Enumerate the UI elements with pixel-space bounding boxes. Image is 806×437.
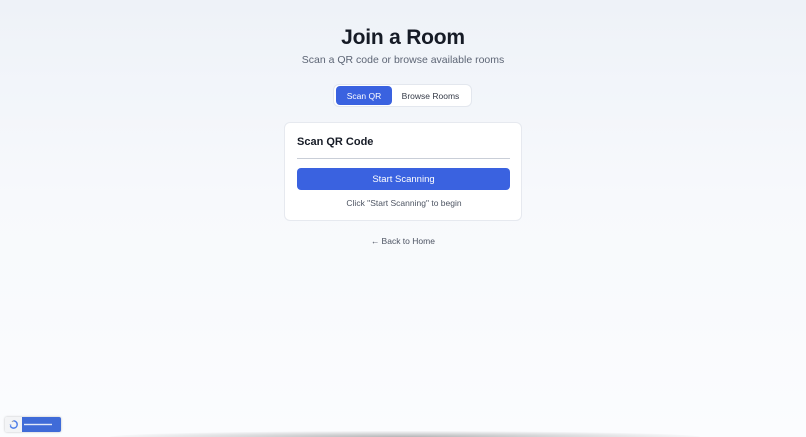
page: Join a Room Scan a QR code or browse ava… xyxy=(0,0,806,437)
tab-switcher: Scan QR Browse Rooms xyxy=(333,84,472,107)
bottom-shadow xyxy=(110,431,700,437)
arrow-left-icon: ← xyxy=(371,236,380,246)
recaptcha-icon xyxy=(5,417,22,432)
tab-browse-rooms[interactable]: Browse Rooms xyxy=(392,86,469,105)
back-link-label: Back to Home xyxy=(381,236,435,246)
back-to-home-link[interactable]: ← Back to Home xyxy=(0,236,806,246)
tab-scan-qr[interactable]: Scan QR xyxy=(336,86,392,105)
card-divider xyxy=(297,158,510,159)
scan-qr-card: Scan QR Code Start Scanning Click "Start… xyxy=(284,122,522,221)
recaptcha-badge[interactable] xyxy=(5,417,61,432)
start-scanning-button[interactable]: Start Scanning xyxy=(297,168,510,190)
page-title: Join a Room xyxy=(341,26,465,49)
scan-hint-text: Click "Start Scanning" to begin xyxy=(346,198,462,208)
recaptcha-badge-text xyxy=(22,417,61,432)
page-subtitle: Scan a QR code or browse available rooms xyxy=(301,54,505,66)
card-title: Scan QR Code xyxy=(297,136,374,148)
